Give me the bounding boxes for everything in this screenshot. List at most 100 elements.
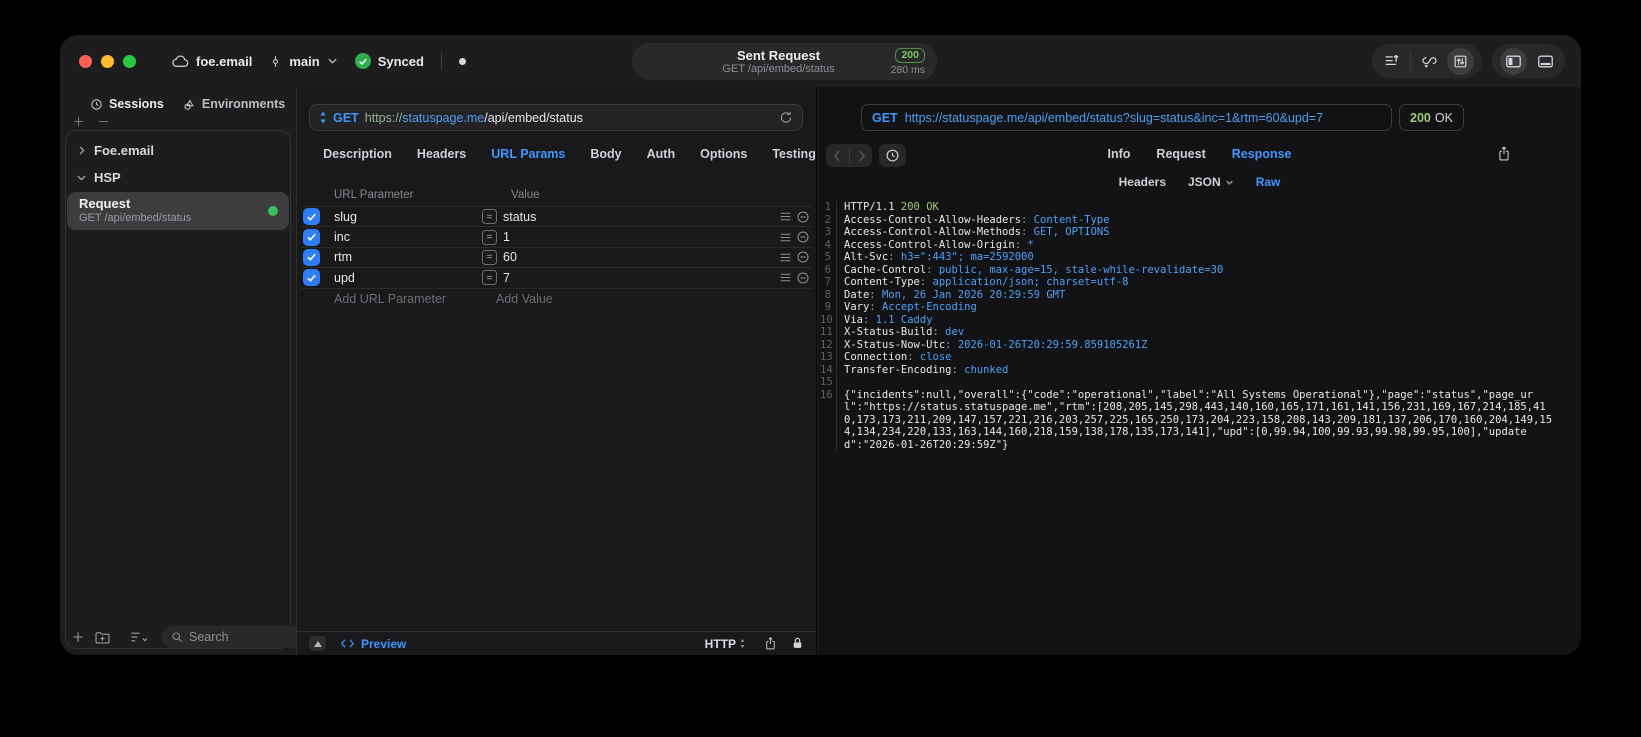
request-tab-title: Sent Request [736,47,821,63]
param-name[interactable]: upd [334,271,482,285]
export-response-icon[interactable] [1497,145,1511,162]
titlebar-separator [440,52,442,70]
sidebar-item-request[interactable]: Request GET /api/embed/status [67,192,289,230]
tree-group-foe-email[interactable]: Foe.email [61,137,295,164]
add-request-button[interactable] [71,630,85,644]
request-panel-footer: Preview HTTP [297,631,816,655]
add-session-button[interactable] [72,115,85,128]
request-tab-body[interactable]: Body [590,147,621,161]
param-value[interactable]: 7 [503,271,776,285]
param-value[interactable]: status [503,210,776,224]
sort-filter-button[interactable] [129,630,149,644]
request-tab-testing[interactable]: Testing [772,147,816,161]
reorder-handle-icon[interactable] [776,232,794,243]
sync-label: Synced [377,53,424,69]
param-checkbox[interactable] [303,248,320,266]
param-name[interactable]: rtm [334,250,482,264]
line-number: 13 [820,351,833,363]
status-badge: 200 [895,47,925,63]
request-tab-auth[interactable]: Auth [647,147,675,161]
remove-param-icon[interactable] [794,250,812,264]
request-tab-description[interactable]: Description [323,147,392,161]
chain-requests-button[interactable] [1417,49,1441,73]
request-tab-url-params[interactable]: URL Params [491,147,565,161]
param-add-row[interactable]: Add URL Parameter Add Value [301,287,812,309]
line-number: 12 [820,338,833,351]
request-tab-options[interactable]: Options [700,147,747,161]
param-checkbox[interactable] [303,208,320,226]
protocol-selector[interactable]: HTTP [705,637,746,651]
tree-group-hsp[interactable]: HSP [61,164,295,191]
protocol-label: HTTP [704,636,736,651]
response-code[interactable]: 1 HTTP/1.1 200 OK 2 Access-Control-Allow-He… [820,201,1555,649]
response-status-text: OK [1434,110,1453,125]
request-tab-headers[interactable]: Headers [417,147,466,161]
reorder-handle-icon[interactable] [776,272,794,283]
response-tab-response[interactable]: Response [1232,147,1292,161]
line-content: Vary: Accept-Encoding [836,301,1555,314]
minimize-window-button[interactable] [101,55,114,68]
param-name[interactable]: slug [334,210,482,224]
param-value[interactable]: 60 [503,250,776,264]
line-number: 3 [824,226,831,238]
response-tab-bar: Info Request Response [818,147,1581,161]
sidebar-tab-environments[interactable]: Environments [182,97,285,111]
preview-button[interactable]: Preview [340,637,406,651]
param-checkbox[interactable] [303,269,320,287]
remove-param-icon[interactable] [794,230,812,244]
lock-icon [791,636,804,651]
response-status-code: 200 [1410,110,1431,125]
add-value-placeholder[interactable]: Add Value [496,292,553,306]
updown-chevrons-icon [739,638,746,649]
request-url[interactable]: https://statuspage.me/api/embed/status [365,111,583,125]
sent-request-url-box[interactable]: GET https://statuspage.me/api/embed/stat… [861,104,1392,131]
sync-status[interactable]: Synced [354,53,424,69]
resend-request-icon[interactable] [779,110,793,125]
remove-param-icon[interactable] [794,271,812,285]
zoom-window-button[interactable] [123,55,136,68]
param-name[interactable]: inc [334,230,482,244]
line-content: Content-Type: application/json; charset=… [836,276,1555,289]
remove-session-button[interactable] [97,115,110,128]
response-subtab-json[interactable]: JSON [1188,175,1234,189]
line-number: 10 [820,313,833,326]
expand-panel-button[interactable] [309,636,326,651]
param-row: upd = 7 [301,267,812,287]
project-switcher[interactable]: foe.email [172,54,252,69]
response-subtab-raw[interactable]: Raw [1256,175,1281,189]
response-line: 6 Cache-Control: public, max-age=15, stal… [820,263,1555,276]
branch-selector[interactable]: main [269,54,337,69]
response-line: 10 Via: 1.1 Caddy [820,313,1555,326]
line-number: 1 [824,201,831,213]
request-method[interactable]: GET [333,111,359,125]
request-item-title: Request [79,196,131,211]
add-param-placeholder[interactable]: Add URL Parameter [334,292,496,306]
reorder-handle-icon[interactable] [776,252,794,263]
request-url-bar[interactable]: GET https://statuspage.me/api/embed/stat… [309,104,803,131]
active-request-tab[interactable]: Sent Request GET /api/embed/status 200 2… [632,43,937,80]
line-number: 9 [824,301,831,313]
method-stepper-icon[interactable] [319,111,327,124]
line-number: 2 [824,213,831,226]
toggle-sidebar-button[interactable] [1500,47,1527,75]
param-value[interactable]: 1 [503,230,776,244]
toggle-bottom-panel-button[interactable] [1533,49,1557,73]
response-tab-request[interactable]: Request [1156,147,1205,161]
new-folder-button[interactable] [94,630,111,645]
sidebar-tree: Foe.email HSP [61,137,295,191]
sort-requests-button[interactable] [1380,49,1404,73]
search-icon [171,631,183,643]
response-subtab-headers[interactable]: Headers [1119,175,1166,189]
param-checkbox[interactable] [303,228,320,246]
cloud-icon [172,54,189,68]
remove-param-icon[interactable] [794,210,812,224]
close-window-button[interactable] [79,55,92,68]
reorder-handle-icon[interactable] [776,211,794,222]
url-host: statuspage.me [402,110,485,125]
line-number: 14 [820,363,833,376]
share-request-icon[interactable] [764,636,777,651]
panel-bottom-icon [1537,54,1554,69]
send-receive-button[interactable] [1447,47,1474,75]
response-tab-info[interactable]: Info [1108,147,1131,161]
sidebar-tab-sessions[interactable]: Sessions [90,97,164,111]
